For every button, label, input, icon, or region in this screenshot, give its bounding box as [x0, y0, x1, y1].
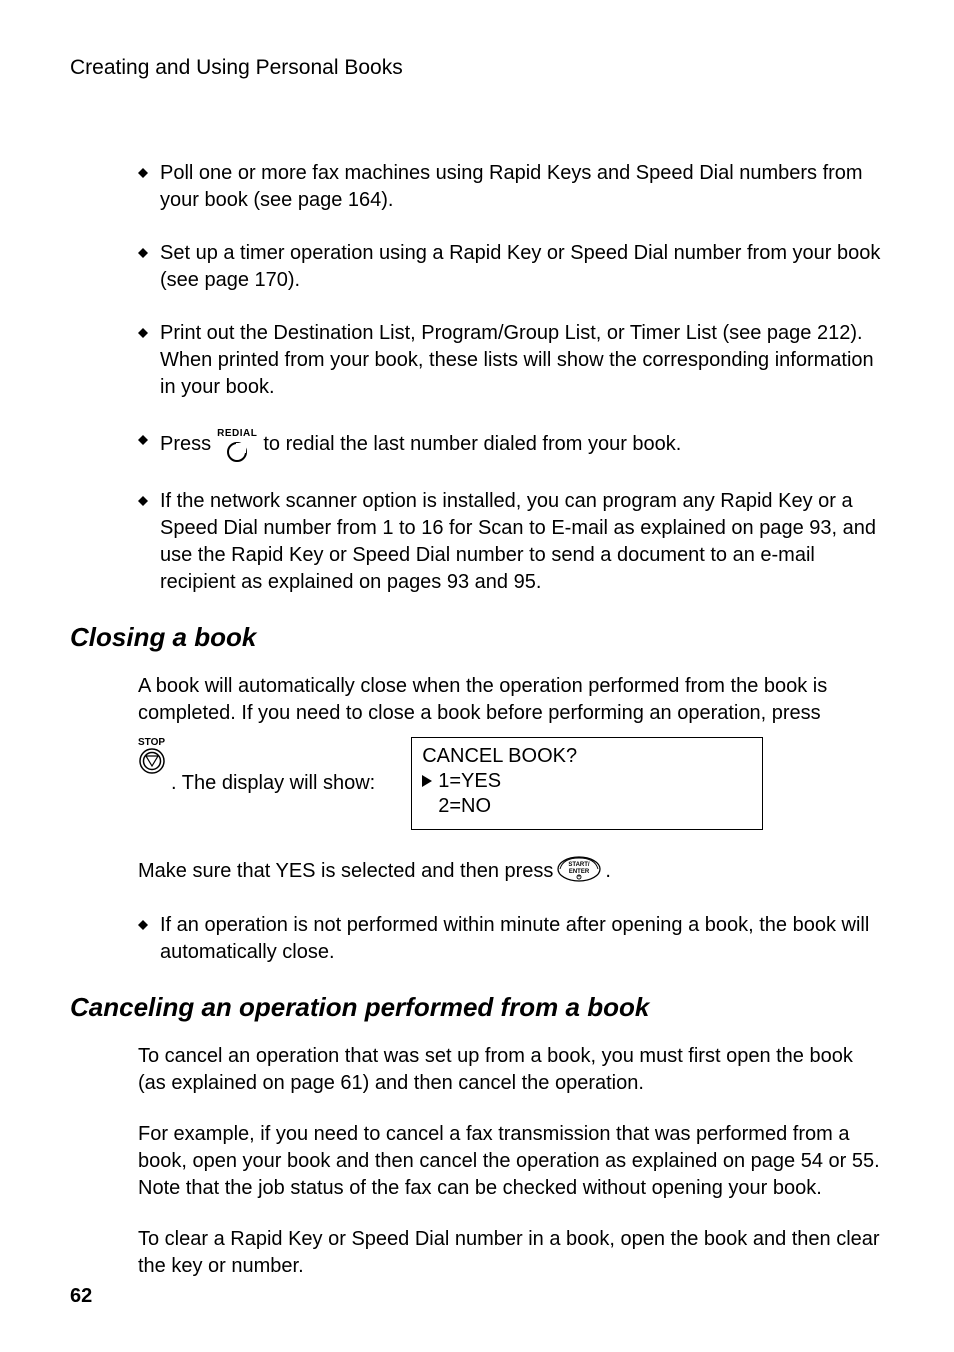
bullet-poll: Poll one or more fax machines using Rapi…: [138, 160, 884, 214]
cancel-section: To cancel an operation that was set up f…: [70, 1043, 884, 1280]
bullet-text: If an operation is not performed within …: [160, 912, 884, 966]
bullet-text: Set up a timer operation using a Rapid K…: [160, 240, 884, 294]
diamond-icon: [138, 328, 148, 338]
redial-label: REDIAL: [217, 427, 257, 441]
diamond-icon: [138, 920, 148, 930]
pointer-right-icon: [422, 775, 432, 787]
diamond-icon: [138, 248, 148, 258]
text-fragment: to redial the last number dialed from yo…: [263, 431, 681, 458]
paragraph: To clear a Rapid Key or Speed Dial numbe…: [138, 1226, 884, 1280]
text-fragment: Make sure that YES is selected and then …: [138, 860, 553, 883]
display-line-1: CANCEL BOOK?: [422, 744, 752, 769]
bullet-text: Poll one or more fax machines using Rapi…: [160, 160, 884, 214]
text-fragment: Press: [160, 431, 211, 458]
diamond-icon: [138, 435, 148, 445]
press-enter-row: Make sure that YES is selected and then …: [138, 856, 884, 888]
bullet-text: Print out the Destination List, Program/…: [160, 320, 884, 401]
paragraph: For example, if you need to cancel a fax…: [138, 1121, 884, 1202]
bullet-timer: Set up a timer operation using a Rapid K…: [138, 240, 884, 294]
closing-section: A book will automatically close when the…: [70, 673, 884, 966]
text-fragment: .: [605, 860, 611, 883]
bullet-redial: Press REDIAL to redial the last number d…: [138, 427, 884, 462]
bullet-auto-close: If an operation is not performed within …: [138, 912, 884, 966]
bullet-network-scanner: If the network scanner option is install…: [138, 488, 884, 596]
bullet-text: If the network scanner option is install…: [160, 488, 884, 596]
heading-canceling-operation: Canceling an operation performed from a …: [70, 992, 884, 1023]
redial-circle-icon: [227, 442, 247, 462]
running-head: Creating and Using Personal Books: [70, 56, 884, 80]
page-number: 62: [70, 1285, 92, 1308]
start-enter-icon: START/ ENTER: [557, 856, 601, 888]
heading-closing-book: Closing a book: [70, 622, 884, 653]
redial-icon: REDIAL: [217, 427, 257, 462]
stop-icon: STOP: [138, 737, 165, 774]
lcd-display: CANCEL BOOK? 1=YES 2=NO: [411, 737, 763, 830]
display-option-yes: 1=YES: [438, 769, 501, 794]
stop-circle-icon: [139, 748, 165, 774]
svg-text:START/: START/: [569, 862, 591, 868]
svg-text:ENTER: ENTER: [569, 869, 590, 875]
bullet-text: Press REDIAL to redial the last number d…: [160, 427, 884, 462]
paragraph: A book will automatically close when the…: [138, 673, 884, 727]
diamond-icon: [138, 168, 148, 178]
bullet-print: Print out the Destination List, Program/…: [138, 320, 884, 401]
stop-label: STOP: [138, 737, 165, 748]
stop-display-row: STOP . The display will show: CANCEL BOO…: [138, 737, 884, 830]
diamond-icon: [138, 496, 148, 506]
display-line-2: 1=YES: [422, 769, 752, 794]
paragraph: To cancel an operation that was set up f…: [138, 1043, 884, 1097]
bullet-list: Poll one or more fax machines using Rapi…: [70, 160, 884, 596]
text-fragment: . The display will show:: [171, 772, 375, 795]
display-line-3: 2=NO: [422, 794, 752, 819]
